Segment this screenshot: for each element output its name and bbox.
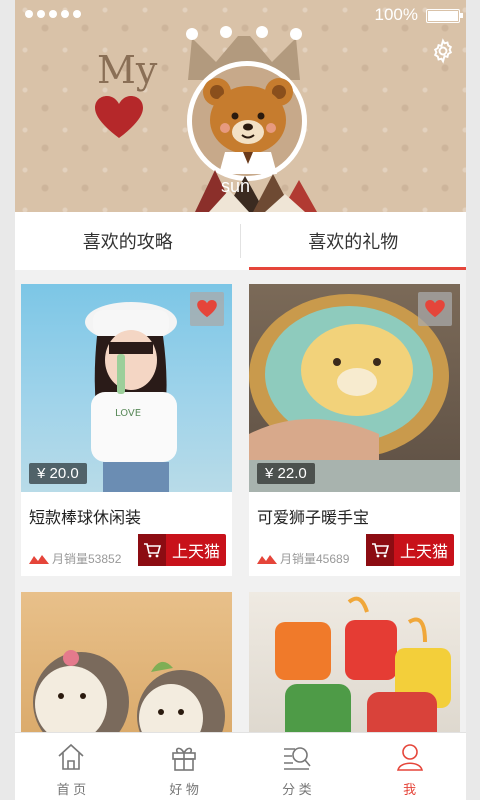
heart-icon [197,300,217,318]
home-icon [58,743,84,770]
tab-liked-gifts[interactable]: 喜欢的礼物 [241,212,467,270]
bottom-nav: 首 页 好 物 分 类 我 [15,732,466,800]
heart-decoration-icon [95,96,143,138]
nav-item-me[interactable]: 我 [353,733,466,800]
battery-icon [426,9,463,23]
product-image[interactable] [21,592,232,752]
product-image[interactable]: ¥ 22.0 [249,284,460,492]
go-to-tmall-button[interactable]: 上天猫 [366,534,454,566]
price-badge: ¥ 22.0 [257,463,315,484]
product-card[interactable]: ¥ 22.0 可爱狮子暖手宝 月销量45689 上天猫 [249,284,460,576]
product-card[interactable]: LOVE ¥ 20.0 短款棒球休闲装 月销量53852 上天猫 [21,284,232,576]
gift-icon [172,747,196,771]
nav-item-category[interactable]: 分 类 [241,733,354,800]
heart-icon [425,300,445,318]
nav-item-home[interactable]: 首 页 [15,733,128,800]
product-photo-fruit-mugs [275,596,451,752]
tab-divider [240,224,241,258]
sales-text: 月销量45689 [280,552,350,566]
decor-text-my: My [97,48,158,92]
price-badge: ¥ 20.0 [29,463,87,484]
tmall-button-label: 上天猫 [399,544,448,561]
product-image[interactable]: LOVE ¥ 20.0 [21,284,232,492]
profile-header: 100% My sun [15,0,466,212]
product-card[interactable] [21,592,232,752]
nav-label-category: 分 类 [282,782,312,797]
username: sun [221,176,251,196]
sales-text: 月销量53852 [52,552,122,566]
sales-trend-icon [257,554,277,564]
nav-label-home: 首 页 [56,782,87,797]
nav-item-goods[interactable]: 好 物 [128,733,241,800]
product-title[interactable]: 可爱狮子暖手宝 [257,504,369,528]
tmall-button-label: 上天猫 [171,544,220,561]
nav-label-goods: 好 物 [169,782,199,797]
phone-screen: 100% My sun 喜欢的攻略 喜欢的礼物 LOVE ¥ 20.0 短款棒球… [15,0,466,800]
favorite-button[interactable] [190,292,224,326]
svg-text:LOVE: LOVE [115,408,141,419]
monthly-sales: 月销量53852 [29,550,121,567]
signal-icon [25,10,81,18]
favorite-button[interactable] [418,292,452,326]
monthly-sales: 月销量45689 [257,550,349,567]
product-card[interactable] [249,592,460,752]
cart-icon [366,534,394,566]
cart-icon [138,534,166,566]
sales-trend-icon [29,554,49,564]
nav-label-me: 我 [403,782,417,797]
battery-percentage: 100% [374,5,418,24]
gear-icon[interactable] [430,38,456,64]
triangle-decoration [195,170,317,212]
tab-liked-guides[interactable]: 喜欢的攻略 [15,212,241,270]
user-icon [396,744,423,771]
go-to-tmall-button[interactable]: 上天猫 [138,534,226,566]
category-search-icon [283,747,311,770]
product-title[interactable]: 短款棒球休闲装 [29,504,141,528]
product-photo-hedgehogs [33,650,225,752]
product-image[interactable] [249,592,460,752]
